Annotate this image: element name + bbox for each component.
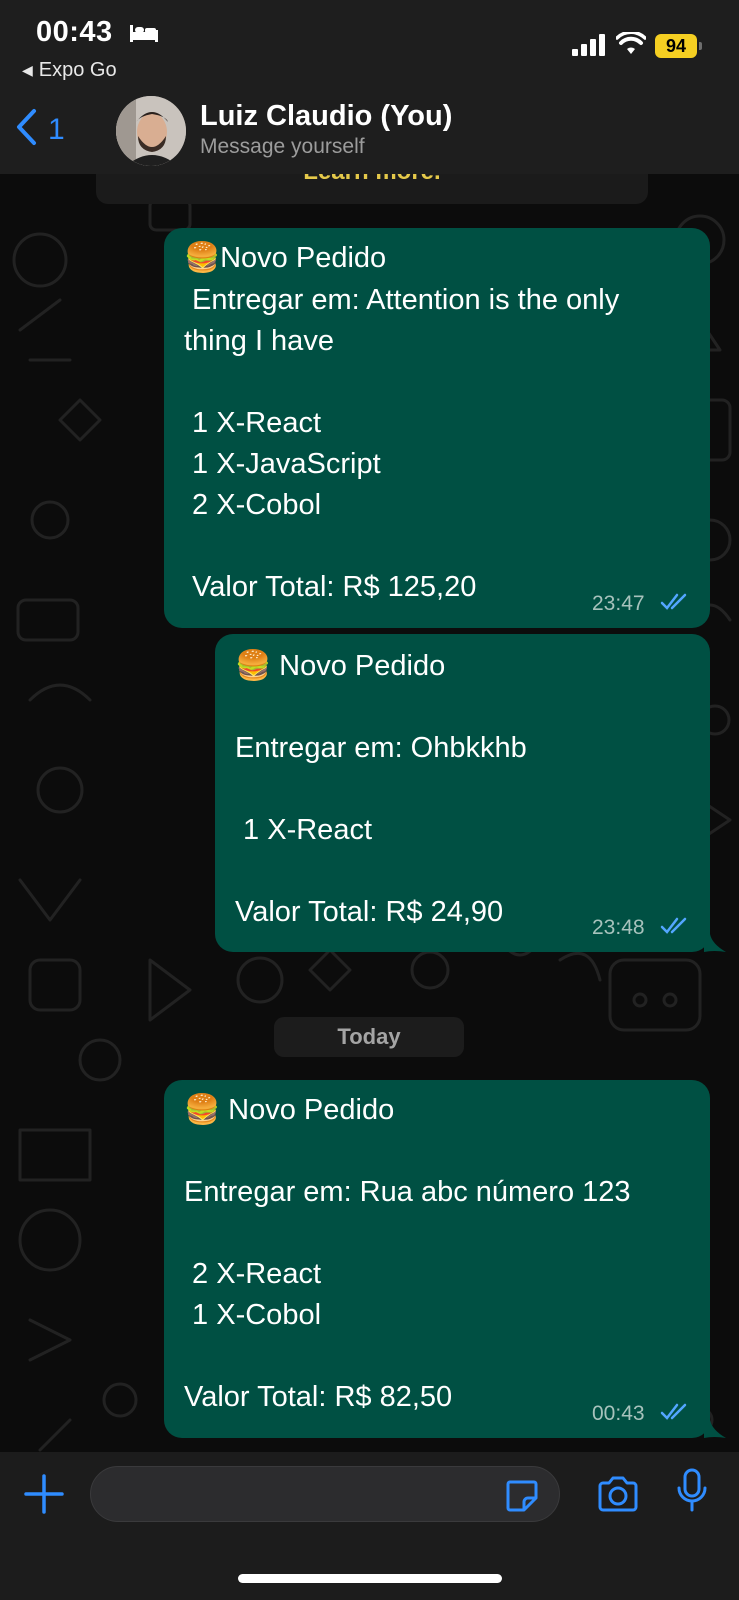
message-line: Entregar em: Ohbkkhb: [235, 732, 527, 764]
battery-indicator: 94: [655, 34, 697, 58]
message-line: 1 X-JavaScript: [184, 448, 381, 480]
message-time: 23:48: [592, 916, 645, 939]
home-indicator: [238, 1574, 502, 1583]
message-line: Valor Total: R$ 24,90: [235, 896, 504, 928]
sticker-icon[interactable]: [504, 1478, 540, 1519]
message-line: 1 X-Cobol: [184, 1299, 322, 1331]
back-button[interactable]: 1: [14, 108, 65, 151]
message-line: 🍔Novo Pedido: [184, 242, 387, 274]
back-to-app-link[interactable]: ◀ Expo Go: [22, 59, 117, 82]
avatar[interactable]: [116, 96, 186, 166]
battery-tip: [699, 42, 702, 50]
wifi-icon: [615, 30, 647, 61]
message-time: 00:43: [592, 1402, 645, 1425]
message-line: Entregar em: Rua abc número 123: [184, 1176, 631, 1208]
message-line: Valor Total: R$ 125,20: [184, 571, 477, 603]
message-line: thing I have: [184, 325, 334, 357]
message-line: Valor Total: R$ 82,50: [184, 1381, 453, 1413]
back-app-label: Expo Go: [38, 59, 117, 81]
bubble-tail: [704, 1420, 726, 1438]
message-line: 1 X-React: [235, 814, 372, 846]
message-line: Entregar em: Attention is the only: [184, 284, 620, 316]
status-time: 00:43: [36, 16, 113, 48]
date-separator: Today: [274, 1017, 464, 1057]
composer-bar: [0, 1452, 739, 1600]
top-bar: 00:43 ◀ Expo Go 94 1 Luiz Claudio (You) …: [0, 0, 739, 174]
camera-icon[interactable]: [596, 1474, 640, 1519]
double-check-icon: [660, 916, 690, 941]
message-input[interactable]: [90, 1466, 560, 1522]
plus-icon[interactable]: [22, 1472, 66, 1516]
message-line: 1 X-React: [184, 407, 321, 439]
message-time: 23:47: [592, 592, 645, 615]
unread-count: 1: [48, 112, 65, 146]
bed-icon: [128, 22, 160, 49]
microphone-icon[interactable]: [676, 1468, 708, 1519]
message-line: 🍔 Novo Pedido: [235, 650, 446, 682]
message-line: 2 X-Cobol: [184, 489, 322, 521]
message-bubble[interactable]: 🍔 Novo Pedido Entregar em: Rua abc númer…: [164, 1080, 710, 1438]
back-triangle-icon: ◀: [22, 62, 33, 78]
signal-icon: [572, 34, 606, 61]
message-line: 🍔 Novo Pedido: [184, 1094, 395, 1126]
bubble-tail: [704, 934, 726, 952]
message-line: 2 X-React: [184, 1258, 321, 1290]
contact-subtitle: Message yourself: [200, 135, 365, 158]
message-bubble[interactable]: 🍔Novo Pedido Entregar em: Attention is t…: [164, 228, 710, 628]
double-check-icon: [660, 1402, 690, 1427]
chevron-left-icon: [14, 108, 38, 151]
contact-name[interactable]: Luiz Claudio (You): [200, 100, 452, 133]
double-check-icon: [660, 592, 690, 617]
message-bubble[interactable]: 🍔 Novo Pedido Entregar em: Ohbkkhb 1 X-R…: [215, 634, 710, 952]
